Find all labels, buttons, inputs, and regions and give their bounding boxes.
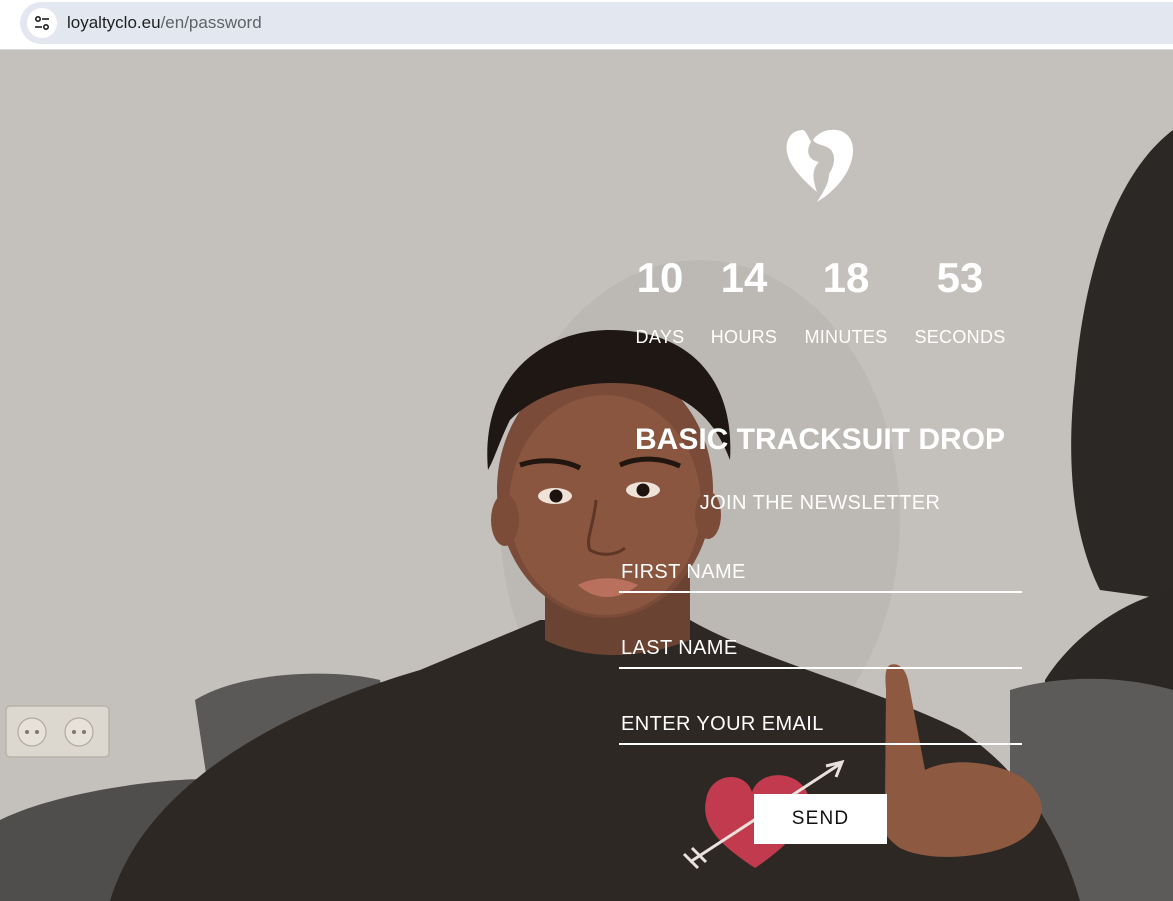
hours-label: HOURS	[710, 327, 778, 347]
countdown-minutes: 18 MINUTES	[798, 250, 894, 348]
seconds-label: SECONDS	[914, 327, 1006, 347]
first-name-input[interactable]	[619, 553, 1022, 593]
tune-icon	[34, 15, 50, 31]
seconds-value: 53	[936, 254, 984, 301]
days-label: DAYS	[635, 327, 685, 347]
minutes-value: 18	[822, 254, 870, 301]
drop-title: BASIC TRACKSUIT DROP	[634, 423, 1005, 456]
url-text[interactable]: loyaltyclo.eu/en/password	[67, 13, 262, 33]
password-page-hero: 10 DAYS 14 HOURS 18 MINUTES 53 SECONDS B…	[0, 50, 1173, 901]
omnibox[interactable]: loyaltyclo.eu/en/password	[20, 2, 1173, 44]
countdown-hours: 14 HOURS	[704, 250, 784, 348]
broken-heart-logo-icon[interactable]	[783, 126, 857, 206]
url-path: /en/password	[160, 13, 262, 32]
send-button[interactable]: SEND	[754, 794, 887, 844]
last-name-input[interactable]	[619, 629, 1022, 669]
days-value: 10	[636, 254, 684, 301]
background-photo	[0, 50, 1173, 901]
countdown-days: 10 DAYS	[620, 250, 700, 348]
hours-value: 14	[720, 254, 768, 301]
countdown-timer: 10 DAYS 14 HOURS 18 MINUTES 53 SECONDS	[620, 250, 1020, 360]
email-input[interactable]	[619, 705, 1022, 745]
newsletter-heading: JOIN THE NEWSLETTER	[699, 492, 941, 514]
countdown-seconds: 53 SECONDS	[908, 250, 1012, 348]
site-info-button[interactable]	[27, 8, 57, 38]
browser-address-bar: loyaltyclo.eu/en/password	[0, 0, 1173, 50]
minutes-label: MINUTES	[804, 327, 888, 347]
url-domain: loyaltyclo.eu	[67, 13, 161, 32]
